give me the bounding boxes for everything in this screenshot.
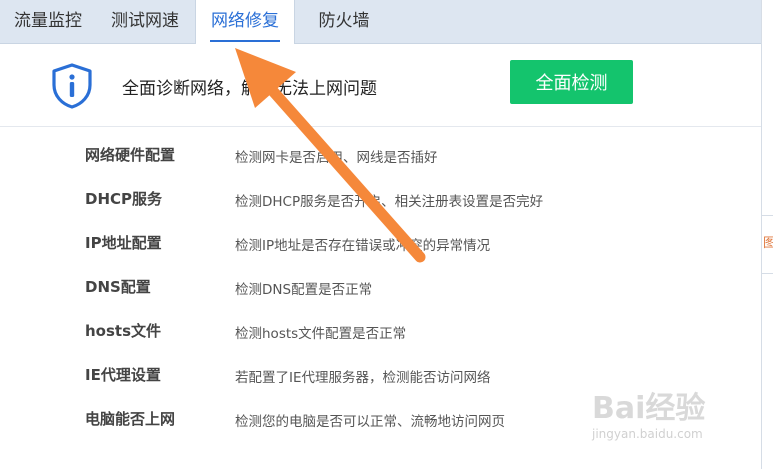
tab-speed-test[interactable]: 测试网速 — [96, 0, 194, 43]
item-description: 检测DHCP服务是否开启、相关注册表设置是否完好 — [235, 194, 544, 210]
list-item: DHCP服务 检测DHCP服务是否开启、相关注册表设置是否完好 — [0, 174, 761, 218]
tab-label: 测试网速 — [111, 11, 179, 31]
item-name: IP地址配置 — [85, 234, 162, 252]
item-name: IE代理设置 — [85, 366, 161, 384]
list-item: DNS配置 检测DNS配置是否正常 — [0, 262, 761, 306]
edge-text: 图 — [763, 236, 773, 251]
item-description: 检测DNS配置是否正常 — [235, 282, 373, 298]
tab-firewall[interactable]: 防火墙 — [296, 0, 392, 43]
repair-header: 全面诊断网络，解决无法上网问题 全面检测 — [0, 44, 761, 127]
edge-divider — [761, 215, 773, 216]
tab-label: 防火墙 — [318, 11, 370, 31]
list-item: IE代理设置 若配置了IE代理服务器，检测能否访问网络 — [0, 350, 761, 394]
list-item: 电脑能否上网 检测您的电脑是否可以正常、流畅地访问网页 — [0, 394, 761, 438]
tab-label: 网络修复 — [211, 11, 279, 31]
item-name: hosts文件 — [85, 322, 162, 340]
item-description: 检测您的电脑是否可以正常、流畅地访问网页 — [235, 414, 505, 430]
tab-label: 流量监控 — [14, 11, 82, 31]
item-name: 电脑能否上网 — [85, 410, 176, 428]
header-title: 全面诊断网络，解决无法上网问题 — [122, 79, 377, 99]
list-item: IP地址配置 检测IP地址是否存在错误或冲突的异常情况 — [0, 218, 761, 262]
list-item: 网络硬件配置 检测网卡是否启用、网线是否插好 — [0, 130, 761, 174]
item-description: 若配置了IE代理服务器，检测能否访问网络 — [235, 370, 491, 386]
tab-traffic-monitor[interactable]: 流量监控 — [0, 0, 96, 43]
item-description: 检测网卡是否启用、网线是否插好 — [235, 150, 438, 166]
tab-network-repair[interactable]: 网络修复 — [195, 0, 295, 44]
item-description: 检测hosts文件配置是否正常 — [235, 326, 407, 342]
network-repair-panel: 流量监控 测试网速 网络修复 防火墙 全面诊断网络，解决无法上网问题 全面检测 … — [0, 0, 762, 469]
list-item: hosts文件 检测hosts文件配置是否正常 — [0, 306, 761, 350]
edge-divider — [761, 273, 773, 274]
shield-info-icon — [52, 63, 92, 109]
tab-bar: 流量监控 测试网速 网络修复 防火墙 — [0, 0, 761, 44]
item-name: DNS配置 — [85, 278, 151, 296]
item-name: 网络硬件配置 — [85, 146, 176, 164]
item-description: 检测IP地址是否存在错误或冲突的异常情况 — [235, 238, 491, 254]
active-tab-indicator — [210, 40, 280, 42]
item-name: DHCP服务 — [85, 190, 163, 208]
full-scan-button[interactable]: 全面检测 — [510, 60, 633, 104]
